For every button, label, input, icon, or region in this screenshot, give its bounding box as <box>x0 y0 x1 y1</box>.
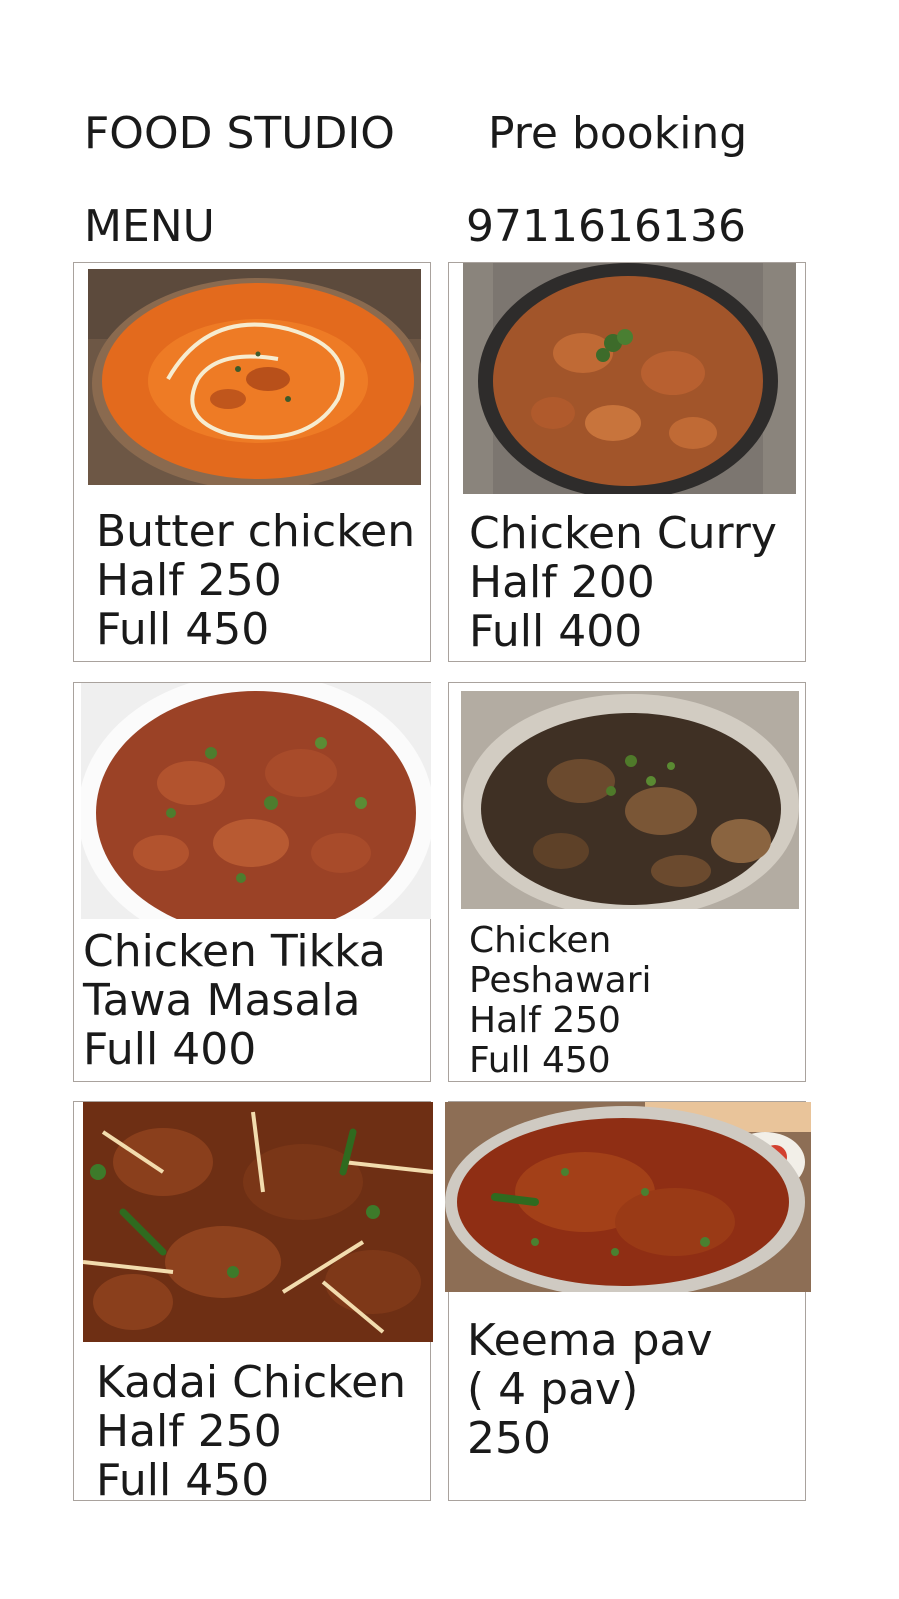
item-price-half: Half 250 <box>96 1406 282 1457</box>
item-name: Chicken <box>469 920 612 961</box>
menu-card-kadai-chicken[interactable]: Kadai Chicken Half 250 Full 450 <box>73 1101 433 1505</box>
item-price: 250 <box>467 1413 551 1464</box>
item-price-full: Full 450 <box>469 1040 611 1081</box>
item-price-full: Full 400 <box>83 1024 257 1075</box>
item-name: Butter chicken <box>96 506 416 557</box>
menu-card-keema-pav[interactable]: Keema pav ( 4 pav) 250 <box>445 1101 811 1501</box>
item-price-full: Full 450 <box>96 604 270 655</box>
chicken-peshawari-photo <box>461 691 799 909</box>
menu-label: MENU <box>84 201 215 252</box>
chicken-curry-text: Chicken Curry Half 200 Full 400 <box>469 509 777 656</box>
butter-chicken-text: Butter chicken Half 250 Full 450 <box>96 507 415 654</box>
item-name: Keema pav <box>467 1315 713 1366</box>
menu-card-butter-chicken[interactable]: Butter chicken Half 250 Full 450 <box>73 262 431 662</box>
item-price-full: Full 400 <box>469 606 643 657</box>
phone-number[interactable]: 9711616136 <box>466 205 746 249</box>
item-price-full: Full 450 <box>96 1455 270 1506</box>
item-price-half: Half 250 <box>96 555 282 606</box>
item-name-line2: Peshawari <box>469 960 652 1001</box>
menu-card-chicken-tikka[interactable]: Chicken Tikka Tawa Masala Full 400 <box>73 682 431 1082</box>
item-price-half: Half 250 <box>469 1000 621 1041</box>
item-name: Chicken Tikka <box>83 926 386 977</box>
item-name-line2: Tawa Masala <box>83 975 361 1026</box>
chicken-tikka-text: Chicken Tikka Tawa Masala Full 400 <box>83 927 386 1074</box>
chicken-tikka-photo <box>81 683 431 919</box>
keema-pav-text: Keema pav ( 4 pav) 250 <box>467 1316 713 1463</box>
kadai-chicken-text: Kadai Chicken Half 250 Full 450 <box>96 1358 406 1505</box>
item-quantity: ( 4 pav) <box>467 1364 639 1415</box>
keema-pav-photo <box>445 1102 811 1292</box>
menu-card-chicken-peshawari[interactable]: Chicken Peshawari Half 250 Full 450 <box>448 682 806 1082</box>
prebooking-label: Pre booking <box>488 108 748 159</box>
chicken-curry-photo <box>463 263 796 494</box>
item-price-half: Half 200 <box>469 557 655 608</box>
butter-chicken-photo <box>88 269 421 485</box>
kadai-chicken-photo <box>83 1102 433 1342</box>
item-name: Chicken Curry <box>469 508 777 559</box>
brand-title: FOOD STUDIO <box>84 108 395 159</box>
item-name: Kadai Chicken <box>96 1357 407 1408</box>
menu-card-chicken-curry[interactable]: Chicken Curry Half 200 Full 400 <box>448 262 806 662</box>
chicken-peshawari-text: Chicken Peshawari Half 250 Full 450 <box>469 921 652 1081</box>
